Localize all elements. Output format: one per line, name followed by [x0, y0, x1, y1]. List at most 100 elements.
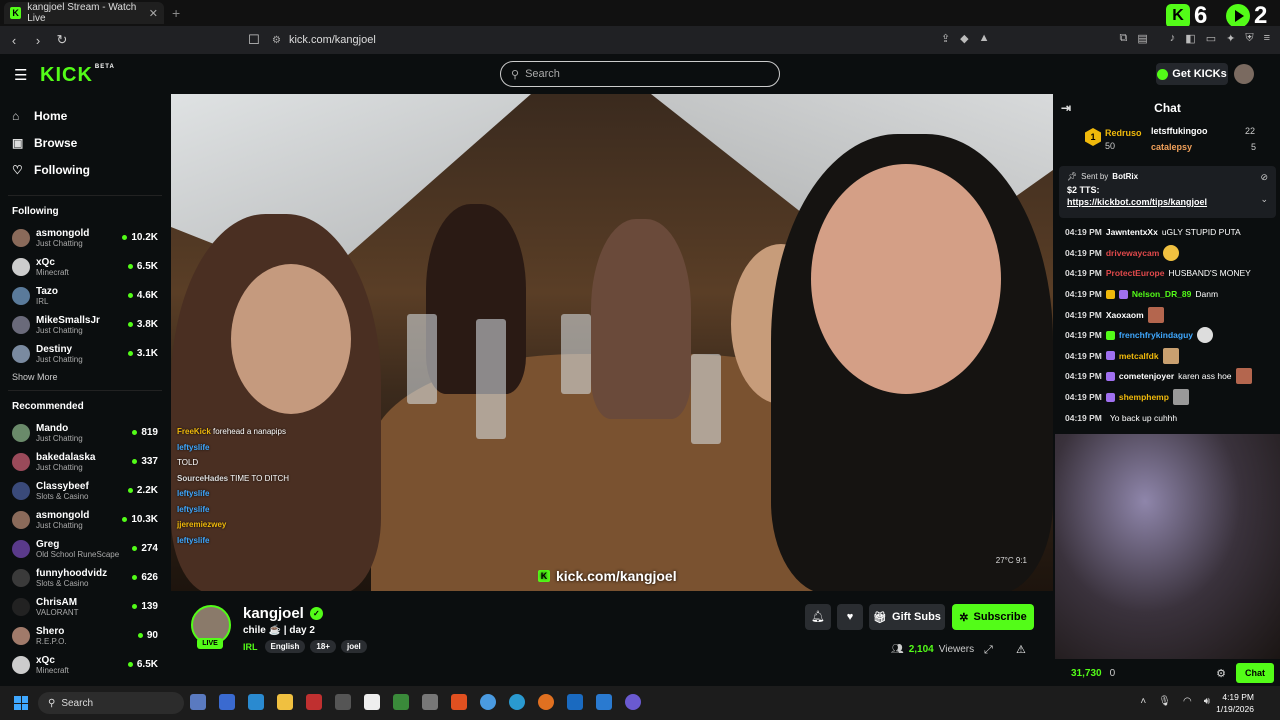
pinned-sender-name[interactable]: BotRix: [1112, 172, 1138, 181]
kick-logo[interactable]: KICK BETA: [40, 64, 115, 87]
chat-send-button[interactable]: Chat: [1236, 663, 1274, 683]
message-user[interactable]: Xaoxaom: [1106, 310, 1144, 320]
menu-icon[interactable]: ≡: [1264, 32, 1270, 45]
app-icon[interactable]: [219, 694, 235, 710]
brave-shield-icon[interactable]: ◆: [960, 32, 968, 45]
app-icon[interactable]: [335, 694, 351, 710]
bookmark-icon[interactable]: ☐: [242, 32, 266, 48]
sidebar-channel[interactable]: Destiny Just Chatting 3.1K: [0, 339, 170, 368]
forward-icon[interactable]: ›: [26, 33, 50, 48]
leaderboard-user[interactable]: letsffukingoo: [1151, 126, 1208, 136]
windows-start-icon[interactable]: [14, 696, 28, 710]
nav-browse[interactable]: ▣ Browse: [12, 129, 158, 156]
share-icon[interactable]: ⇪: [941, 32, 950, 45]
leaderboard-user[interactable]: Redruso: [1105, 128, 1142, 138]
gear-icon[interactable]: ⚙: [1216, 667, 1226, 680]
sidebar-channel[interactable]: MikeSmallsJr Just Chatting 3.8K: [0, 310, 170, 339]
sidebar-channel[interactable]: bakedalaska Just Chatting 337: [0, 447, 170, 476]
leaderboard-user[interactable]: catalepsy: [1151, 142, 1192, 152]
message-user[interactable]: ProtectEurope: [1106, 268, 1165, 278]
sidebar-channel[interactable]: funnyhoodvidz Slots & Casino 626: [0, 563, 170, 592]
pinned-link[interactable]: https://kickbot.com/tips/kangjoel: [1067, 197, 1268, 207]
stream-tag[interactable]: English: [264, 640, 306, 653]
sidebar-channel[interactable]: asmongold Just Chatting 10.3K: [0, 505, 170, 534]
message-user[interactable]: JawntentxXx: [1106, 227, 1158, 237]
chevron-down-icon[interactable]: ⌄: [1260, 194, 1268, 205]
app-icon[interactable]: [422, 694, 438, 710]
nav-following[interactable]: ♡ Following: [12, 156, 158, 183]
user-avatar[interactable]: [1234, 64, 1254, 84]
sidebar-toggle-icon[interactable]: ◧: [1185, 32, 1195, 45]
vscode-icon[interactable]: [596, 694, 612, 710]
rewards-icon[interactable]: ▲: [979, 32, 990, 45]
sidebar-channel[interactable]: Shero R.E.P.O. 90: [0, 621, 170, 650]
stream-category[interactable]: IRL: [243, 642, 258, 652]
wallet-icon[interactable]: ▭: [1206, 32, 1216, 45]
app-icon[interactable]: [567, 694, 583, 710]
message-user[interactable]: metcalfdk: [1119, 351, 1159, 361]
leo-icon[interactable]: ✦: [1226, 32, 1235, 45]
nav-home[interactable]: ⌂ Home: [12, 102, 158, 129]
get-kicks-button[interactable]: Get KICKs: [1156, 63, 1228, 85]
streamer-name[interactable]: kangjoel ✓: [243, 605, 323, 622]
stream-tag[interactable]: 18+: [310, 640, 336, 653]
users-icon: 👥︎: [891, 644, 904, 655]
site-info-icon[interactable]: ⚙: [272, 35, 281, 46]
message-user[interactable]: frenchfrykindaguy: [1119, 330, 1193, 340]
wifi-icon[interactable]: ◠: [1183, 696, 1192, 707]
app-icon[interactable]: [190, 694, 206, 710]
message-user[interactable]: Nelson_DR_89: [1132, 289, 1192, 299]
taskbar-search[interactable]: ⚲ Search: [38, 692, 184, 714]
notification-bell-button[interactable]: 🔔︎: [805, 604, 831, 630]
channel-category: Minecraft: [36, 267, 69, 277]
reload-icon[interactable]: ↻: [50, 32, 74, 48]
sidebar-channel[interactable]: Mando Just Chatting 819: [0, 418, 170, 447]
close-tab-icon[interactable]: ✕: [149, 7, 158, 20]
microphone-icon[interactable]: 🎙︎: [1158, 696, 1171, 707]
sidebar-channel[interactable]: xQc Minecraft 6.5K: [0, 650, 170, 679]
app-icon[interactable]: [393, 694, 409, 710]
volume-icon[interactable]: 🔊︎: [1204, 696, 1210, 707]
sidebar-channel[interactable]: Tazo IRL 4.6K: [0, 281, 170, 310]
sidebar-channel[interactable]: ChrisAM VALORANT 139: [0, 592, 170, 621]
sidebar-channel[interactable]: Classybeef Slots & Casino 2.2K: [0, 476, 170, 505]
app-icon[interactable]: [248, 694, 264, 710]
report-icon[interactable]: ⚠: [1016, 643, 1026, 656]
channel-points[interactable]: 31,730: [1071, 668, 1102, 679]
new-tab-button[interactable]: +: [172, 5, 180, 21]
brave-icon[interactable]: [451, 694, 467, 710]
taskbar-clock[interactable]: 4:19 PM 1/19/2026: [1216, 691, 1254, 715]
message-user[interactable]: cometenjoyer: [1119, 371, 1174, 381]
firefox-icon[interactable]: [538, 694, 554, 710]
chrome-icon[interactable]: [480, 694, 496, 710]
sidebar-channel[interactable]: asmongold Just Chatting 10.2K: [0, 223, 170, 252]
chevron-up-icon[interactable]: ˄: [1140, 696, 1146, 707]
video-player[interactable]: FreeKick forehead a nanapips leftyslife …: [171, 94, 1053, 591]
app-icon[interactable]: [364, 694, 380, 710]
search-input[interactable]: ⚲ Search: [500, 61, 780, 87]
url-field[interactable]: ⚙ kick.com/kangjoel: [272, 30, 992, 50]
app-icon[interactable]: [306, 694, 322, 710]
reader-icon[interactable]: ▤: [1137, 32, 1147, 45]
browser-tab[interactable]: K kangjoel Stream - Watch Live ✕: [4, 2, 164, 24]
stream-tag[interactable]: joel: [340, 640, 367, 653]
music-icon[interactable]: ♪: [1170, 32, 1176, 45]
discord-icon[interactable]: [625, 694, 641, 710]
sidebar-channel[interactable]: xQc Minecraft 6.5K: [0, 252, 170, 281]
message-user[interactable]: shemphemp: [1119, 392, 1169, 402]
share-icon[interactable]: ⤢: [984, 644, 993, 657]
follow-heart-button[interactable]: ♥: [837, 604, 863, 630]
sidebar-channel[interactable]: Greg Old School RuneScape 274: [0, 534, 170, 563]
edge-icon[interactable]: [509, 694, 525, 710]
extensions-icon[interactable]: ⧉: [1120, 32, 1128, 45]
subscribe-button[interactable]: ✲ Subscribe: [952, 604, 1034, 630]
menu-hamburger-icon[interactable]: ☰: [14, 66, 27, 84]
message-user[interactable]: drivewaycam: [1106, 248, 1159, 258]
collapse-chat-icon[interactable]: ⇥: [1061, 101, 1071, 115]
vpn-icon[interactable]: ⛨: [1245, 32, 1253, 45]
show-more-link[interactable]: Show More: [0, 368, 170, 386]
file-explorer-icon[interactable]: [277, 694, 293, 710]
gift-subs-button[interactable]: 🎁︎ Gift Subs: [869, 604, 945, 630]
hide-icon[interactable]: ⊘: [1260, 172, 1268, 183]
back-icon[interactable]: ‹: [2, 33, 26, 48]
